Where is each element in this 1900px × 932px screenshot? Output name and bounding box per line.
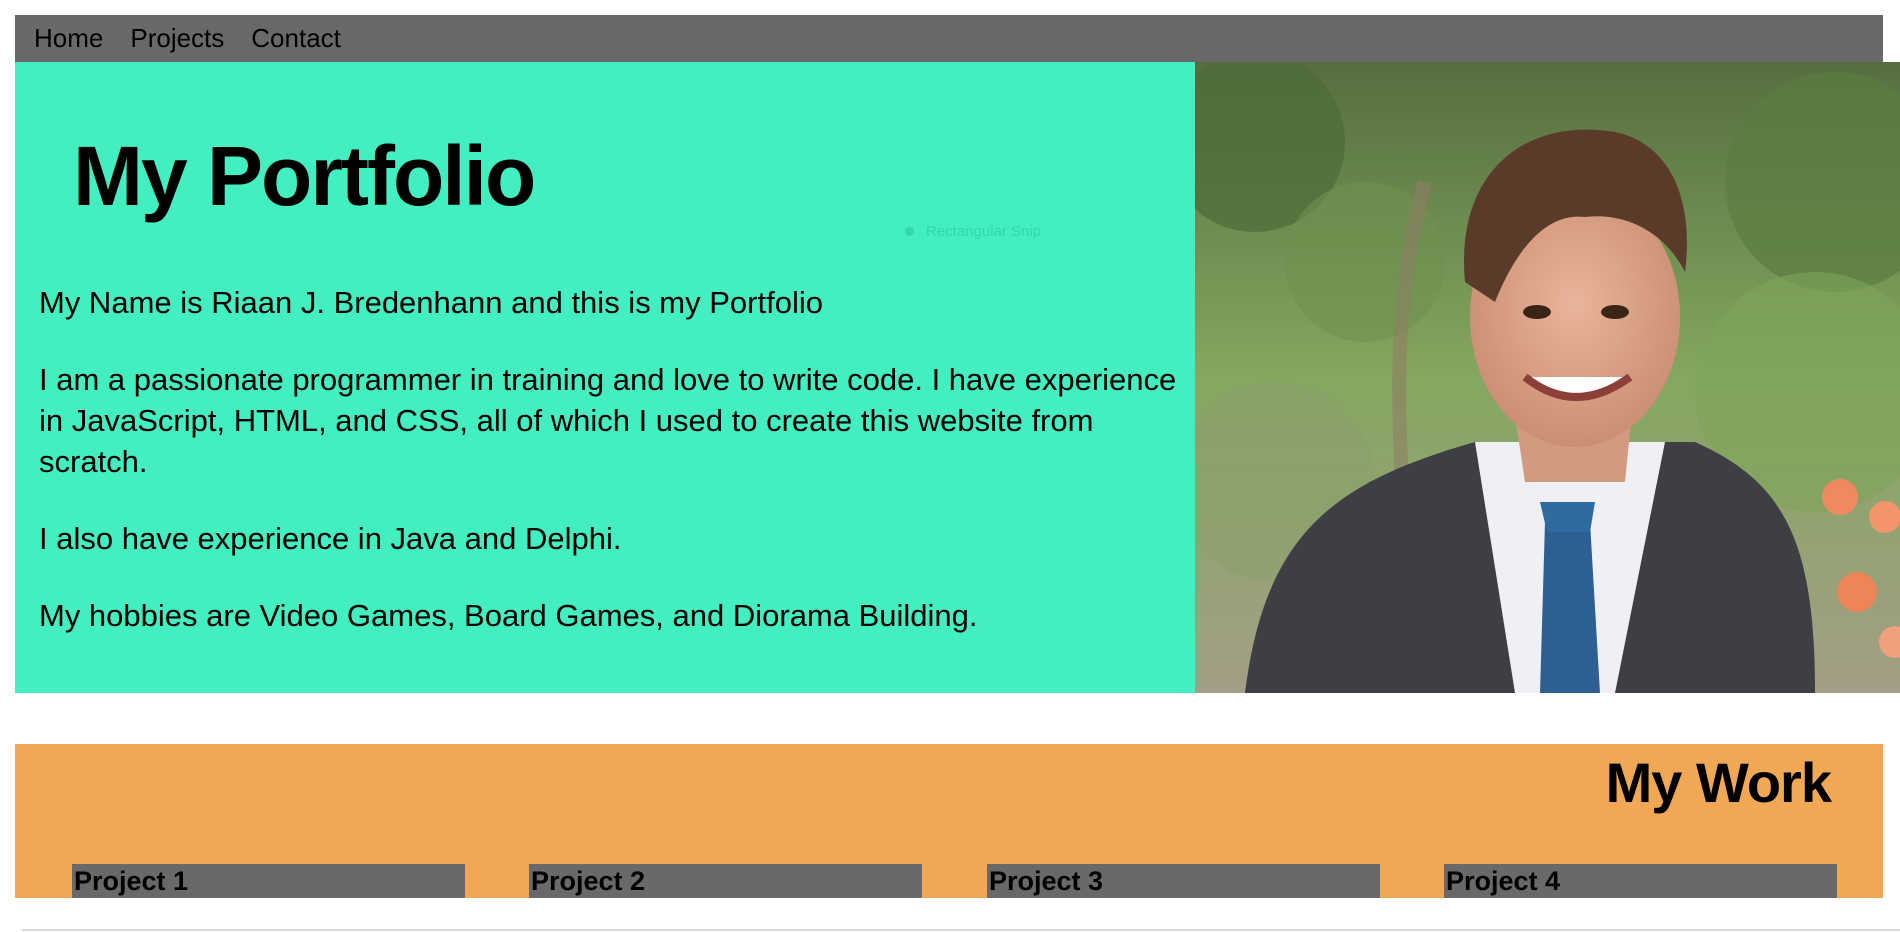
profile-photo-illustration [1195, 62, 1900, 693]
project-1-card[interactable]: Project 1 [72, 864, 465, 898]
work-title: My Work [1605, 751, 1832, 814]
nav-contact-link[interactable]: Contact [251, 23, 341, 54]
snip-label: Rectangular Snip [926, 222, 1042, 240]
profile-photo [1195, 62, 1900, 693]
snip-tool-ghost: Rectangular Snip [905, 217, 1115, 245]
nav-projects-link[interactable]: Projects [130, 23, 224, 54]
nav-home-link[interactable]: Home [34, 23, 103, 54]
snip-icon [905, 226, 914, 236]
bio-skills: I am a passionate programmer in training… [39, 362, 1177, 479]
project-2-card[interactable]: Project 2 [529, 864, 922, 898]
bottom-divider [22, 929, 1900, 931]
project-4-card[interactable]: Project 4 [1444, 864, 1837, 898]
my-work-section: My Work Project 1 Project 2 Project 3 Pr… [15, 744, 1883, 898]
page-title: My Portfolio [73, 129, 536, 223]
bio-languages: I also have experience in Java and Delph… [39, 521, 622, 556]
top-nav: Home Projects Contact [15, 15, 1883, 62]
hero-section: My Portfolio Rectangular Snip My Name is… [15, 62, 1195, 693]
bio-text: My Name is Riaan J. Bredenhann and this … [39, 282, 1179, 672]
bio-hobbies: My hobbies are Video Games, Board Games,… [39, 598, 978, 633]
project-3-card[interactable]: Project 3 [987, 864, 1380, 898]
bio-intro: My Name is Riaan J. Bredenhann and this … [39, 285, 823, 320]
